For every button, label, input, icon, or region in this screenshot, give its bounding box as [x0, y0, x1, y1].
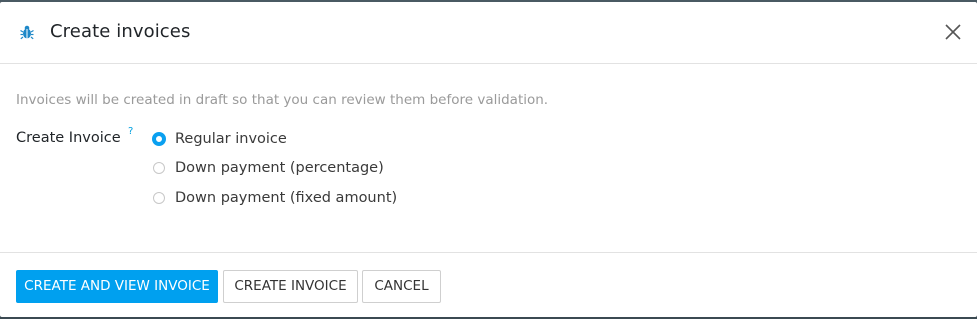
- dialog-header: Create invoices: [0, 2, 977, 64]
- radio-label: Regular invoice: [175, 131, 287, 147]
- radio-label: Down payment (fixed amount): [175, 190, 398, 206]
- radio-unchecked-icon[interactable]: [153, 192, 165, 204]
- create-invoices-dialog: Create invoices Invoices will be created…: [0, 2, 977, 317]
- create-invoice-button[interactable]: CREATE INVOICE: [223, 270, 358, 303]
- cancel-button[interactable]: CANCEL: [362, 270, 441, 303]
- dialog-body: Invoices will be created in draft so tha…: [0, 64, 977, 252]
- info-note: Invoices will be created in draft so tha…: [16, 92, 549, 108]
- bug-icon: [20, 24, 34, 40]
- close-icon[interactable]: [943, 22, 963, 42]
- dialog-footer: CREATE AND VIEW INVOICE CREATE INVOICE C…: [0, 252, 977, 317]
- radio-unchecked-icon[interactable]: [153, 162, 165, 174]
- dialog-title: Create invoices: [50, 21, 191, 42]
- radio-option-down-payment-fixed[interactable]: Down payment (fixed amount): [153, 188, 397, 208]
- radio-option-regular-invoice[interactable]: Regular invoice: [152, 129, 287, 149]
- radio-option-down-payment-percentage[interactable]: Down payment (percentage): [153, 158, 384, 178]
- create-invoice-label: Create Invoice: [16, 130, 121, 146]
- radio-label: Down payment (percentage): [175, 160, 384, 176]
- help-tooltip-marker[interactable]: ?: [128, 125, 133, 139]
- create-and-view-invoice-button[interactable]: CREATE AND VIEW INVOICE: [16, 270, 218, 303]
- radio-checked-icon[interactable]: [152, 132, 166, 146]
